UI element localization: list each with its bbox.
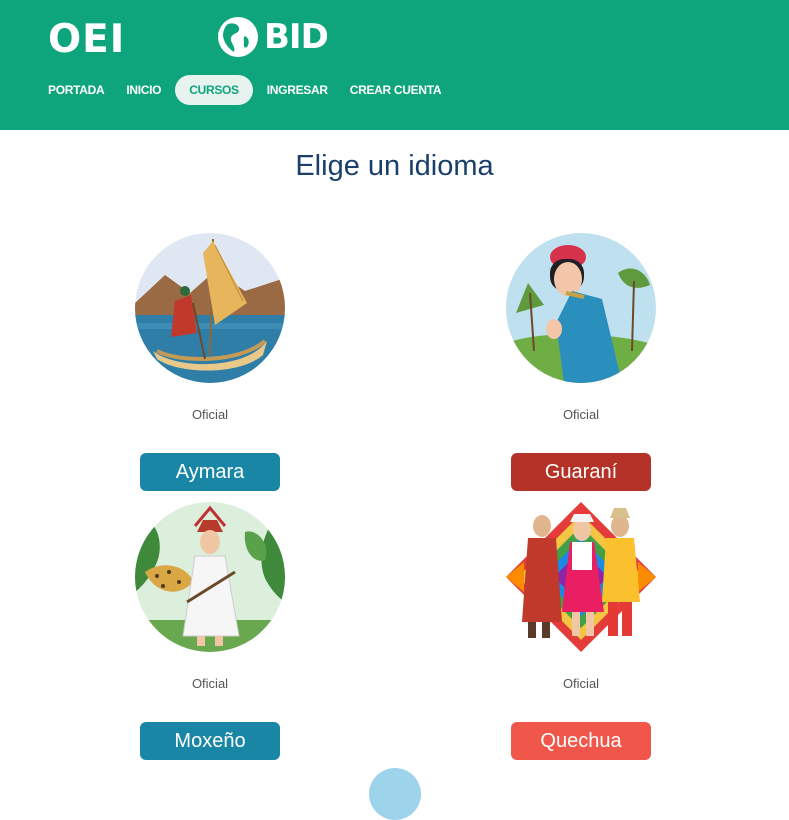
language-card-guarani: Oficial Guaraní bbox=[506, 233, 656, 491]
nav-inicio[interactable]: INICIO bbox=[118, 75, 169, 105]
moxeno-status: Oficial bbox=[191, 676, 229, 691]
language-card-moxeno: Oficial Moxeño bbox=[135, 502, 285, 760]
main-nav: PORTADA INICIO CURSOS INGRESAR CREAR CUE… bbox=[40, 75, 455, 105]
nav-cursos[interactable]: CURSOS bbox=[175, 75, 253, 105]
guarani-button[interactable]: Guaraní bbox=[511, 453, 651, 491]
next-language-image[interactable] bbox=[369, 768, 421, 820]
page-title: Elige un idioma bbox=[295, 150, 494, 182]
globe-icon bbox=[218, 17, 258, 57]
nav-crear-cuenta[interactable]: CREAR CUENTA bbox=[342, 75, 450, 105]
nav-portada[interactable]: PORTADA bbox=[40, 75, 112, 105]
aymara-button[interactable]: Aymara bbox=[140, 453, 280, 491]
moxeno-image[interactable] bbox=[135, 502, 285, 652]
quechua-status: Oficial bbox=[562, 676, 600, 691]
quechua-button[interactable]: Quechua bbox=[511, 722, 651, 760]
guarani-status: Oficial bbox=[562, 407, 600, 422]
language-card-aymara: Oficial Aymara bbox=[135, 233, 285, 491]
language-card-quechua: Oficial Quechua bbox=[506, 502, 656, 760]
nav-ingresar[interactable]: INGRESAR bbox=[259, 75, 336, 105]
bid-logo[interactable]: BID bbox=[214, 16, 329, 58]
guarani-image[interactable] bbox=[506, 233, 656, 383]
oei-logo[interactable]: OEI bbox=[48, 18, 125, 62]
bid-logo-text: BID bbox=[264, 17, 329, 57]
site-header: OEI BID PORTADA INICIO CURSOS INGRESAR C… bbox=[0, 0, 789, 130]
aymara-image[interactable] bbox=[135, 233, 285, 383]
aymara-status: Oficial bbox=[191, 407, 229, 422]
moxeno-button[interactable]: Moxeño bbox=[140, 722, 280, 760]
quechua-image[interactable] bbox=[506, 502, 656, 652]
